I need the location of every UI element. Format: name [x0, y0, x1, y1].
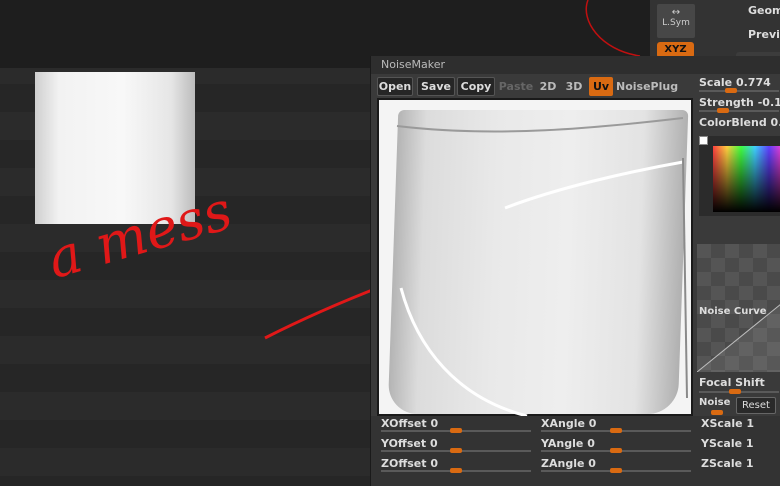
yscale-value: 1 — [745, 437, 754, 450]
xoffset-slider[interactable]: XOffset 0 — [381, 417, 438, 430]
strength-track[interactable] — [699, 110, 779, 112]
xangle-slider[interactable]: XAngle 0 — [541, 417, 596, 430]
xoffset-label: XOffset — [381, 417, 427, 430]
focal-shift-knob[interactable] — [729, 389, 741, 394]
annotation-circle-arc — [585, 0, 641, 57]
yangle-knob[interactable] — [610, 448, 622, 453]
xscale-slider[interactable]: XScale 1 — [701, 417, 754, 430]
xoffset-value: 0 — [430, 417, 439, 430]
xoffset-knob[interactable] — [450, 428, 462, 433]
yangle-slider[interactable]: YAngle 0 — [541, 437, 595, 450]
zangle-label: ZAngle — [541, 457, 585, 470]
noise-preview[interactable] — [377, 98, 693, 455]
yangle-label: YAngle — [541, 437, 584, 450]
copy-button[interactable]: Copy — [457, 77, 495, 96]
colorblend-label: ColorBlend — [699, 116, 767, 129]
xangle-value: 0 — [588, 417, 597, 430]
noise-curve-line — [697, 304, 780, 372]
white-swatch[interactable] — [699, 136, 708, 145]
yoffset-value: 0 — [429, 437, 438, 450]
xscale-value: 1 — [746, 417, 755, 430]
focal-shift-label: Focal Shift — [699, 376, 765, 389]
open-button[interactable]: Open — [377, 77, 413, 96]
zangle-knob[interactable] — [610, 468, 622, 473]
zangle-slider[interactable]: ZAngle 0 — [541, 457, 596, 470]
lsym-arrows-icon: ↔ — [671, 7, 681, 18]
preview-menu[interactable]: Previ — [748, 28, 780, 41]
preview-seam-lines — [396, 117, 688, 416]
yoffset-label: YOffset — [381, 437, 427, 450]
xangle-knob[interactable] — [610, 428, 622, 433]
zoffset-knob[interactable] — [450, 468, 462, 473]
noise-knob[interactable] — [711, 410, 723, 415]
color-gradient[interactable] — [713, 146, 780, 212]
zscale-slider[interactable]: ZScale 1 — [701, 457, 754, 470]
3d-button[interactable]: 3D — [563, 77, 585, 96]
transform-sliders: XOffset 0 YOffset 0 ZOffset 0 XAngle 0 Y… — [371, 416, 780, 486]
noise-label: Noise — [699, 397, 731, 408]
color-picker[interactable] — [699, 136, 780, 216]
strength-value: -0.10 — [757, 96, 780, 109]
geometry-menu[interactable]: Geom — [748, 4, 780, 17]
yscale-label: YScale — [701, 437, 743, 450]
xangle-label: XAngle — [541, 417, 585, 430]
noiseplug-button[interactable]: NoisePlug — [615, 77, 678, 96]
strength-slider[interactable]: Strength -0.10 — [699, 96, 780, 109]
strength-knob[interactable] — [717, 108, 729, 113]
yangle-value: 0 — [587, 437, 595, 450]
yoffset-slider[interactable]: YOffset 0 — [381, 437, 438, 450]
noise-curve-editor[interactable]: Noise Curve — [697, 244, 780, 372]
colorblend-value: 0.6 — [770, 116, 780, 129]
zoffset-label: ZOffset — [381, 457, 427, 470]
yoffset-knob[interactable] — [450, 448, 462, 453]
noisemaker-title: NoiseMaker — [371, 56, 780, 74]
scale-track[interactable] — [699, 90, 779, 92]
noisemaker-window: NoiseMaker Open Save Copy Paste 2D 3D Uv… — [370, 56, 780, 486]
paste-button[interactable]: Paste — [497, 77, 535, 96]
yscale-slider[interactable]: YScale 1 — [701, 437, 754, 450]
zoffset-value: 0 — [430, 457, 439, 470]
zangle-value: 0 — [588, 457, 596, 470]
lsym-label: L.Sym — [662, 18, 690, 28]
uv-button[interactable]: Uv — [589, 77, 613, 96]
2d-button[interactable]: 2D — [537, 77, 559, 96]
scale-value: 0.774 — [735, 76, 771, 89]
lsym-button[interactable]: ↔ L.Sym — [657, 4, 695, 38]
zscale-value: 1 — [745, 457, 754, 470]
xscale-label: XScale — [701, 417, 743, 430]
zscale-label: ZScale — [701, 457, 743, 470]
colorblend-slider[interactable]: ColorBlend 0.6 — [699, 116, 780, 129]
save-button[interactable]: Save — [417, 77, 455, 96]
reset-button[interactable]: Reset — [736, 397, 776, 414]
zoffset-slider[interactable]: ZOffset 0 — [381, 457, 438, 470]
scale-knob[interactable] — [725, 88, 737, 93]
